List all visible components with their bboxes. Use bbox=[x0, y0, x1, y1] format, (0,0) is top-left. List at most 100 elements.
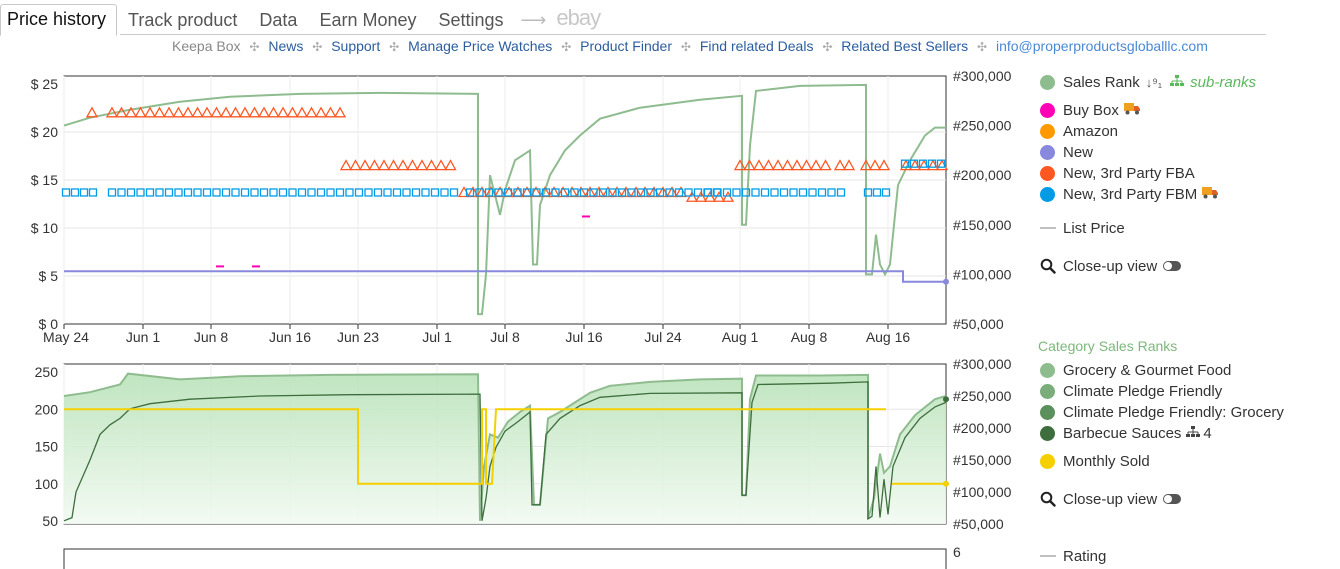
legend-monthly-sold[interactable]: Monthly Sold bbox=[1040, 451, 1150, 471]
legend-amazon[interactable]: Amazon bbox=[1040, 121, 1118, 141]
separator-icon: ✣ bbox=[680, 40, 691, 54]
chart-category-sales-ranks[interactable]: 250 200 150 100 50 #300,000 #250,000 #200,000 #… bbox=[35, 356, 1012, 532]
rating-dash-icon bbox=[1040, 555, 1056, 557]
subnav: Keepa Box ✣ News ✣ Support ✣ Manage Pric… bbox=[172, 38, 1208, 54]
sub-ranks-link[interactable]: sub-ranks bbox=[1190, 74, 1256, 91]
subnav-email-link[interactable]: info@properproductsgloballlc.com bbox=[996, 38, 1208, 54]
tab-earn-money[interactable]: Earn Money bbox=[308, 6, 427, 36]
rank-axis-tick: #150,000 bbox=[953, 452, 1012, 468]
rank-axis-tick: #300,000 bbox=[953, 68, 1012, 84]
price-history-charts[interactable]: $ 25$ 20$ 15$ 10$ 5$ 0 #300,000#250,000#… bbox=[0, 60, 1030, 569]
date-axis-tick: Aug 8 bbox=[791, 329, 828, 345]
subnav-find-related-deals[interactable]: Find related Deals bbox=[700, 38, 814, 54]
rank-axis-tick: #200,000 bbox=[953, 167, 1012, 183]
subnav-keepa-box[interactable]: Keepa Box bbox=[172, 38, 241, 54]
legend-monthly-sold-label: Monthly Sold bbox=[1063, 452, 1150, 470]
price-axis-tick: $ 5 bbox=[39, 268, 59, 284]
climate-grocery-dot-icon bbox=[1040, 404, 1055, 420]
bbq-dot-icon bbox=[1040, 425, 1055, 441]
category-sales-ranks-title: Category Sales Ranks bbox=[1038, 338, 1178, 354]
toggle-icon[interactable] bbox=[1163, 494, 1182, 504]
date-axis-tick: Jun 1 bbox=[126, 329, 160, 345]
subnav-manage-price-watches[interactable]: Manage Price Watches bbox=[408, 38, 552, 54]
date-axis-tick: Jul 1 bbox=[422, 329, 452, 345]
date-axis-tick: Jun 8 bbox=[194, 329, 228, 345]
rank-axis-tick: #250,000 bbox=[953, 118, 1012, 134]
price-axis-tick: $ 20 bbox=[31, 124, 58, 140]
separator-icon: ✣ bbox=[561, 40, 572, 54]
rating-axis-tick: 6 bbox=[953, 544, 961, 560]
separator-icon: ✣ bbox=[249, 40, 260, 54]
arrow-right-icon: ⟶ bbox=[520, 10, 547, 30]
close-up-view-toggle[interactable]: Close-up view bbox=[1040, 256, 1182, 276]
tab-ebay[interactable]: ebay bbox=[552, 6, 608, 36]
new-fba-dot-icon bbox=[1040, 165, 1055, 181]
bbq-subrank-count: 4 bbox=[1203, 424, 1212, 442]
tab-data[interactable]: Data bbox=[248, 6, 308, 36]
price-axis-tick: $ 15 bbox=[31, 172, 58, 188]
legend-list-price[interactable]: List Price bbox=[1040, 218, 1125, 238]
separator-icon: ✣ bbox=[389, 40, 400, 54]
rank-axis-tick: #100,000 bbox=[953, 266, 1012, 282]
new-price-endpoint bbox=[943, 278, 949, 285]
legend-new-fbm[interactable]: New, 3rd Party FBM bbox=[1040, 184, 1219, 204]
legend-buy-box-label: Buy Box bbox=[1063, 101, 1119, 119]
date-axis-tick: Aug 1 bbox=[722, 329, 759, 345]
rank-axis-tick: #50,000 bbox=[953, 516, 1004, 532]
hierarchy-icon[interactable] bbox=[1170, 74, 1185, 91]
close-up-view-label: Close-up view bbox=[1063, 257, 1158, 275]
hierarchy-icon bbox=[1186, 425, 1201, 442]
separator-icon: ✣ bbox=[312, 40, 323, 54]
close-up-view-label: Close-up view bbox=[1063, 490, 1158, 508]
truck-icon bbox=[1123, 102, 1141, 119]
bbq-rank-endpoint bbox=[943, 396, 949, 403]
sold-axis-tick: 250 bbox=[35, 364, 59, 380]
separator-icon: ✣ bbox=[977, 40, 988, 54]
sort-icon[interactable]: ↓⁹₁ bbox=[1146, 75, 1162, 90]
chart-price-history[interactable]: $ 25$ 20$ 15$ 10$ 5$ 0 #300,000#250,000#… bbox=[31, 68, 1012, 345]
date-axis-tick: Jul 16 bbox=[565, 329, 603, 345]
subnav-support[interactable]: Support bbox=[331, 38, 380, 54]
subnav-news[interactable]: News bbox=[268, 38, 303, 54]
sales-rank-dot-icon bbox=[1040, 74, 1055, 90]
legend-buy-box[interactable]: Buy Box bbox=[1040, 100, 1141, 120]
chart-rating[interactable]: 6 bbox=[63, 544, 961, 569]
rank-axis-tick: #300,000 bbox=[953, 356, 1012, 372]
new-fbm-dot-icon bbox=[1040, 186, 1055, 202]
legend-new-fba[interactable]: New, 3rd Party FBA bbox=[1040, 163, 1195, 183]
grocery-dot-icon bbox=[1040, 362, 1055, 378]
legend-grocery[interactable]: Grocery & Gourmet Food bbox=[1040, 360, 1231, 380]
tab-settings[interactable]: Settings bbox=[428, 6, 515, 36]
subnav-product-finder[interactable]: Product Finder bbox=[580, 38, 672, 54]
legend-amazon-label: Amazon bbox=[1063, 122, 1119, 140]
list-price-dash-icon bbox=[1040, 227, 1056, 229]
legend-rating-item[interactable]: Rating bbox=[1040, 546, 1106, 566]
date-axis-tick: Jul 8 bbox=[490, 329, 520, 345]
legend-climate-grocery[interactable]: Climate Pledge Friendly: Grocery bbox=[1040, 402, 1284, 422]
tab-divider bbox=[120, 34, 1266, 35]
rank-axis-tick: #50,000 bbox=[953, 316, 1004, 332]
close-up-view-toggle-2[interactable]: Close-up view bbox=[1040, 489, 1182, 509]
tab-price-history[interactable]: Price history bbox=[0, 4, 118, 36]
legend-new-label: New bbox=[1063, 143, 1094, 161]
legend-bbq[interactable]: Barbecue Sauces 4 bbox=[1040, 423, 1212, 443]
amazon-dot-icon bbox=[1040, 123, 1055, 139]
price-axis-tick: $ 10 bbox=[31, 220, 58, 236]
legend-new-fbm-label: New, 3rd Party FBM bbox=[1063, 185, 1198, 203]
tab-track-product[interactable]: Track product bbox=[117, 6, 248, 36]
subnav-related-best-sellers[interactable]: Related Best Sellers bbox=[841, 38, 968, 54]
new-dot-icon bbox=[1040, 144, 1055, 160]
sold-axis-tick: 100 bbox=[35, 476, 59, 492]
legend-new-fba-label: New, 3rd Party FBA bbox=[1063, 164, 1195, 182]
legend-list-price-label: List Price bbox=[1063, 219, 1125, 237]
sold-axis-tick: 50 bbox=[42, 513, 58, 529]
sold-axis-tick: 150 bbox=[35, 439, 59, 455]
toggle-icon[interactable] bbox=[1163, 261, 1182, 271]
legend-new[interactable]: New bbox=[1040, 142, 1093, 162]
date-axis-tick: Jun 23 bbox=[337, 329, 379, 345]
magnifier-icon bbox=[1040, 491, 1056, 507]
legend-sales-rank[interactable]: Sales Rank ↓⁹₁ sub-ranks bbox=[1040, 72, 1256, 92]
rank-axis-tick: #100,000 bbox=[953, 484, 1012, 500]
date-axis-tick: Jun 16 bbox=[269, 329, 311, 345]
legend-climate[interactable]: Climate Pledge Friendly bbox=[1040, 381, 1222, 401]
